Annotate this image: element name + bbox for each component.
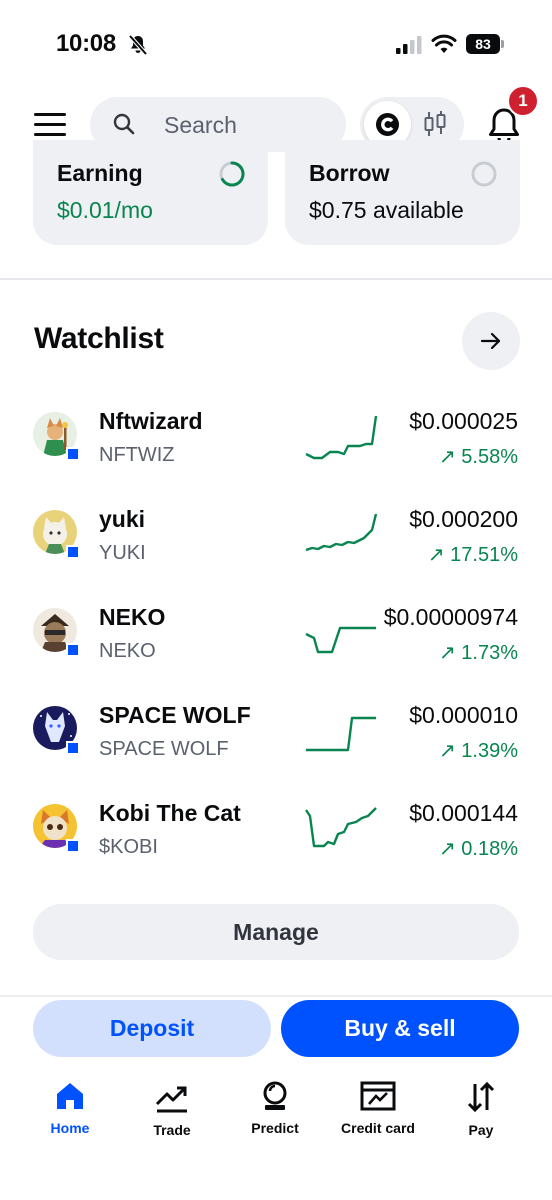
tab-pay-label: Pay bbox=[468, 1122, 494, 1138]
earning-title: Earning bbox=[57, 160, 143, 186]
credit-card-icon bbox=[360, 1081, 396, 1111]
network-badge bbox=[66, 447, 80, 461]
network-badge bbox=[66, 545, 80, 559]
watchlist-row-space-wolf[interactable]: SPACE WOLF SPACE WOLF $0.000010 ↗ 1.39% bbox=[0, 696, 552, 794]
menu-icon-line bbox=[34, 133, 66, 136]
asset-price: $0.000200 bbox=[409, 506, 518, 532]
earning-card[interactable]: Earning $0.01/mo bbox=[33, 140, 268, 245]
watchlist-row-neko[interactable]: NEKO NEKO $0.00000974 ↗ 1.73% bbox=[0, 598, 552, 696]
asset-ticker: SPACE WOLF bbox=[99, 738, 229, 760]
price-sparkline bbox=[305, 513, 378, 552]
tab-home[interactable]: Home bbox=[20, 1080, 120, 1150]
candlestick-chart-icon[interactable] bbox=[423, 110, 447, 138]
borrow-value: $0.75 available bbox=[309, 197, 464, 223]
notification-badge: 1 bbox=[507, 85, 539, 117]
crystal-ball-icon bbox=[263, 1081, 287, 1110]
transfer-arrows-icon bbox=[467, 1081, 495, 1113]
menu-icon-line bbox=[34, 113, 66, 116]
asset-change: ↗ 1.73% bbox=[438, 642, 518, 664]
coinbase-logo-icon bbox=[376, 113, 399, 136]
manage-watchlist-button[interactable]: Manage bbox=[33, 904, 519, 960]
asset-name: Nftwizard bbox=[99, 408, 203, 434]
watchlist-see-all-button[interactable] bbox=[462, 312, 520, 370]
network-badge bbox=[66, 839, 80, 853]
silent-mode-icon bbox=[128, 34, 148, 56]
asset-name: NEKO bbox=[99, 604, 166, 630]
asset-change: ↗ 0.18% bbox=[438, 838, 518, 860]
empty-ring-icon bbox=[471, 161, 497, 187]
asset-change: ↗ 17.51% bbox=[427, 544, 518, 566]
price-sparkline bbox=[305, 415, 378, 460]
battery-level: 83 bbox=[466, 34, 500, 54]
section-divider bbox=[0, 278, 552, 280]
watchlist-row-nftwizard[interactable]: Nftwizard NFTWIZ $0.000025 ↗ 5.58% bbox=[0, 402, 552, 500]
tab-trade-label: Trade bbox=[153, 1122, 191, 1138]
asset-ticker: YUKI bbox=[99, 542, 146, 564]
wifi-icon bbox=[431, 34, 457, 53]
action-bar-divider bbox=[0, 995, 552, 997]
home-icon bbox=[57, 1083, 83, 1109]
progress-ring-icon bbox=[219, 161, 245, 187]
asset-price: $0.000010 bbox=[409, 702, 518, 728]
asset-price: $0.000025 bbox=[409, 408, 518, 434]
tab-credit-card[interactable]: Credit card bbox=[328, 1080, 428, 1150]
status-bar: 10:08 83 bbox=[0, 0, 552, 88]
menu-icon-line bbox=[34, 123, 66, 126]
asset-ticker: NFTWIZ bbox=[99, 444, 175, 466]
asset-ticker: $KOBI bbox=[99, 836, 158, 858]
price-sparkline bbox=[306, 716, 376, 752]
price-sparkline bbox=[305, 807, 377, 848]
search-icon bbox=[113, 113, 135, 135]
status-time: 10:08 bbox=[56, 30, 116, 57]
tab-predict-label: Predict bbox=[251, 1120, 299, 1136]
watchlist-row-kobi-the-cat[interactable]: Kobi The Cat $KOBI $0.000144 ↗ 0.18% bbox=[0, 794, 552, 892]
asset-name: SPACE WOLF bbox=[99, 702, 251, 728]
arrow-right-icon bbox=[480, 332, 501, 350]
tab-predict[interactable]: Predict bbox=[225, 1080, 325, 1150]
asset-ticker: NEKO bbox=[99, 640, 156, 662]
battery-indicator: 83 bbox=[466, 34, 504, 54]
deposit-button[interactable]: Deposit bbox=[33, 1000, 271, 1057]
asset-name: yuki bbox=[99, 506, 146, 532]
search-placeholder: Search bbox=[164, 112, 237, 138]
network-badge bbox=[66, 741, 80, 755]
asset-change: ↗ 1.39% bbox=[438, 740, 518, 762]
tab-home-label: Home bbox=[50, 1120, 90, 1136]
asset-change: ↗ 5.58% bbox=[438, 446, 518, 468]
watchlist-title: Watchlist bbox=[34, 322, 164, 355]
buy-sell-button[interactable]: Buy & sell bbox=[281, 1000, 519, 1057]
borrow-title: Borrow bbox=[309, 160, 390, 186]
tab-pay[interactable]: Pay bbox=[431, 1080, 531, 1150]
menu-button[interactable] bbox=[34, 112, 66, 138]
asset-name: Kobi The Cat bbox=[99, 800, 241, 826]
network-badge bbox=[66, 643, 80, 657]
borrow-card[interactable]: Borrow $0.75 available bbox=[285, 140, 520, 245]
battery-tip bbox=[501, 40, 504, 48]
watchlist-row-yuki[interactable]: yuki YUKI $0.000200 ↗ 17.51% bbox=[0, 500, 552, 598]
tab-trade[interactable]: Trade bbox=[122, 1080, 222, 1150]
asset-price: $0.00000974 bbox=[383, 604, 518, 630]
cellular-signal-icon bbox=[396, 36, 422, 54]
trend-up-icon bbox=[155, 1086, 187, 1113]
earning-value: $0.01/mo bbox=[57, 197, 153, 223]
asset-price: $0.000144 bbox=[409, 800, 518, 826]
tab-credit-card-label: Credit card bbox=[341, 1120, 415, 1136]
price-sparkline bbox=[305, 626, 376, 654]
